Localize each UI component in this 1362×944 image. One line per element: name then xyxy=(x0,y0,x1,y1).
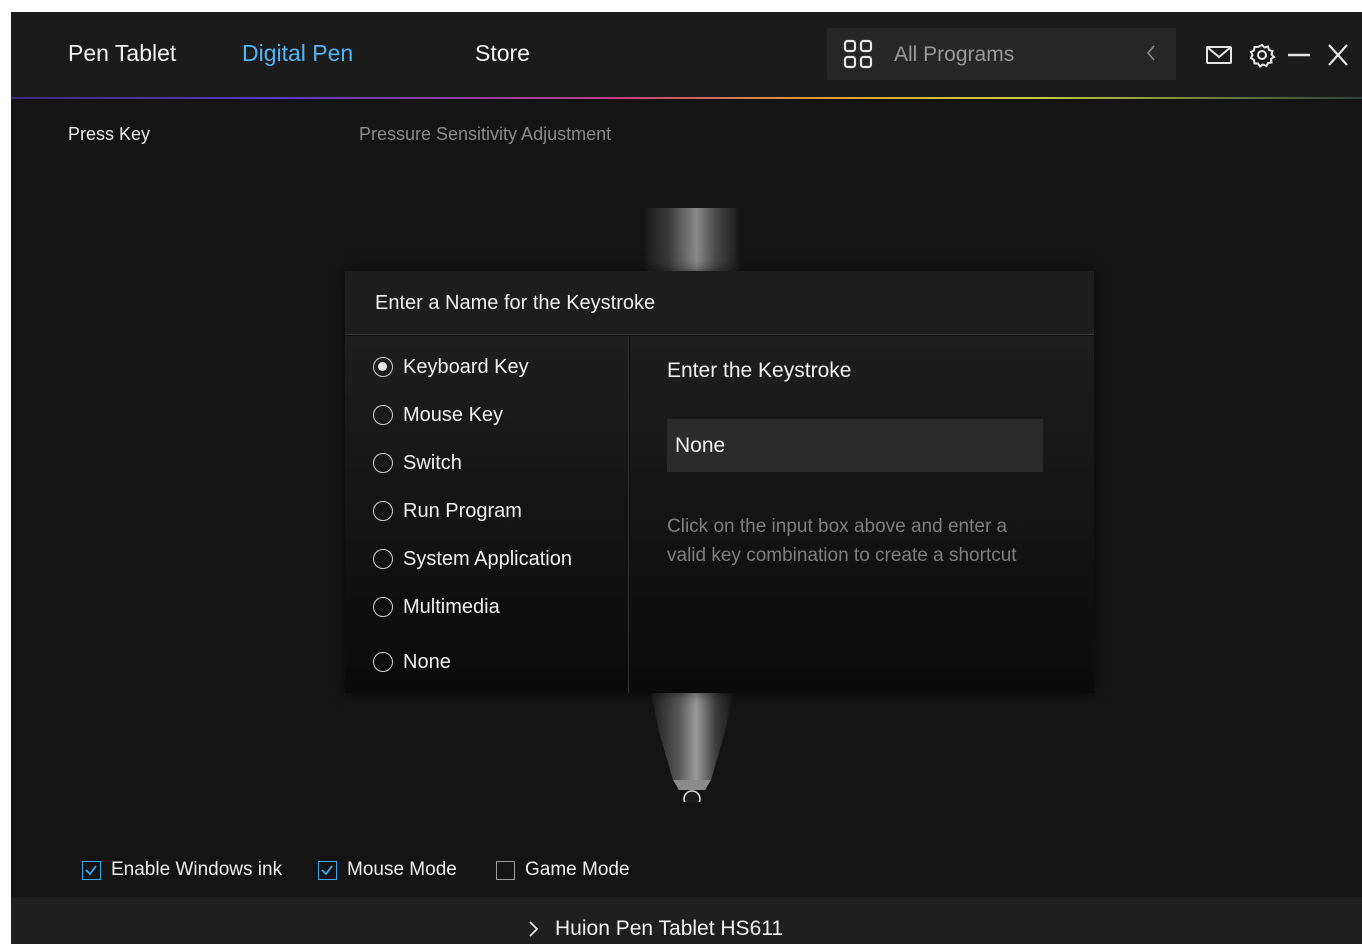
radio-icon xyxy=(373,501,393,521)
radio-multimedia[interactable]: Multimedia xyxy=(373,594,500,620)
radio-icon xyxy=(373,549,393,569)
checkbox-icon xyxy=(496,860,515,880)
radio-none[interactable]: None xyxy=(373,649,451,675)
gear-icon[interactable] xyxy=(1248,42,1276,68)
keystroke-dialog: Enter a Name for the Keystroke Keyboard … xyxy=(345,271,1094,693)
radio-switch[interactable]: Switch xyxy=(373,450,462,476)
keystroke-panel: Enter the Keystroke Click on the input b… xyxy=(630,336,1094,693)
grid-icon xyxy=(843,39,873,69)
radio-label: None xyxy=(403,650,451,673)
keystroke-hint: Click on the input box above and enter a… xyxy=(667,516,1017,566)
pen-image-top xyxy=(645,208,739,274)
radio-label: Multimedia xyxy=(403,595,500,618)
checkbox-checked-icon xyxy=(318,860,337,880)
radio-icon xyxy=(373,652,393,672)
programs-label: All Programs xyxy=(894,43,1015,66)
subtab-pressure-sensitivity[interactable]: Pressure Sensitivity Adjustment xyxy=(359,124,611,145)
checkbox-mouse-mode[interactable]: Mouse Mode xyxy=(318,858,457,882)
tab-pen-tablet[interactable]: Pen Tablet xyxy=(68,40,176,67)
minimize-icon[interactable] xyxy=(1286,42,1312,68)
dialog-header: Enter a Name for the Keystroke xyxy=(345,271,1094,335)
checkbox-label: Enable Windows ink xyxy=(111,859,283,880)
chevron-right-icon xyxy=(527,920,539,938)
keystroke-input[interactable] xyxy=(667,419,1043,472)
dialog-title: Enter a Name for the Keystroke xyxy=(375,292,656,314)
action-type-list: Keyboard Key Mouse Key Switch Run Progra… xyxy=(345,336,629,693)
device-name: Huion Pen Tablet HS611 xyxy=(555,917,784,940)
app-window: Pen Tablet Digital Pen Store All Program… xyxy=(11,12,1362,944)
radio-label: System Application xyxy=(403,547,572,570)
radio-label: Switch xyxy=(403,451,462,474)
radio-selected-icon xyxy=(373,357,393,377)
radio-icon xyxy=(373,453,393,473)
radio-label: Keyboard Key xyxy=(403,355,529,378)
subtab-press-key[interactable]: Press Key xyxy=(68,124,150,145)
checkbox-windows-ink[interactable]: Enable Windows ink xyxy=(82,858,282,882)
checkbox-checked-icon xyxy=(82,860,101,880)
mail-icon[interactable] xyxy=(1204,42,1234,68)
tab-digital-pen[interactable]: Digital Pen xyxy=(242,40,353,67)
keystroke-title: Enter the Keystroke xyxy=(667,359,852,382)
close-icon[interactable] xyxy=(1325,42,1351,68)
radio-icon xyxy=(373,597,393,617)
radio-icon xyxy=(373,405,393,425)
checkbox-label: Game Mode xyxy=(525,859,630,880)
device-footer[interactable]: Huion Pen Tablet HS611 xyxy=(11,897,1362,944)
radio-mouse-key[interactable]: Mouse Key xyxy=(373,402,503,428)
radio-label: Mouse Key xyxy=(403,403,504,426)
pen-image-bottom xyxy=(645,692,739,802)
checkbox-game-mode[interactable]: Game Mode xyxy=(496,858,630,882)
checkbox-label: Mouse Mode xyxy=(347,859,457,880)
programs-selector[interactable]: All Programs xyxy=(827,28,1176,80)
tab-store[interactable]: Store xyxy=(475,40,530,67)
radio-label: Run Program xyxy=(403,499,522,522)
radio-keyboard-key[interactable]: Keyboard Key xyxy=(373,354,529,380)
radio-system-application[interactable]: System Application xyxy=(373,546,572,572)
chevron-left-icon[interactable] xyxy=(1144,42,1158,64)
radio-run-program[interactable]: Run Program xyxy=(373,498,522,524)
header-divider xyxy=(11,97,1362,99)
top-bar: Pen Tablet Digital Pen Store All Program… xyxy=(11,12,1362,98)
